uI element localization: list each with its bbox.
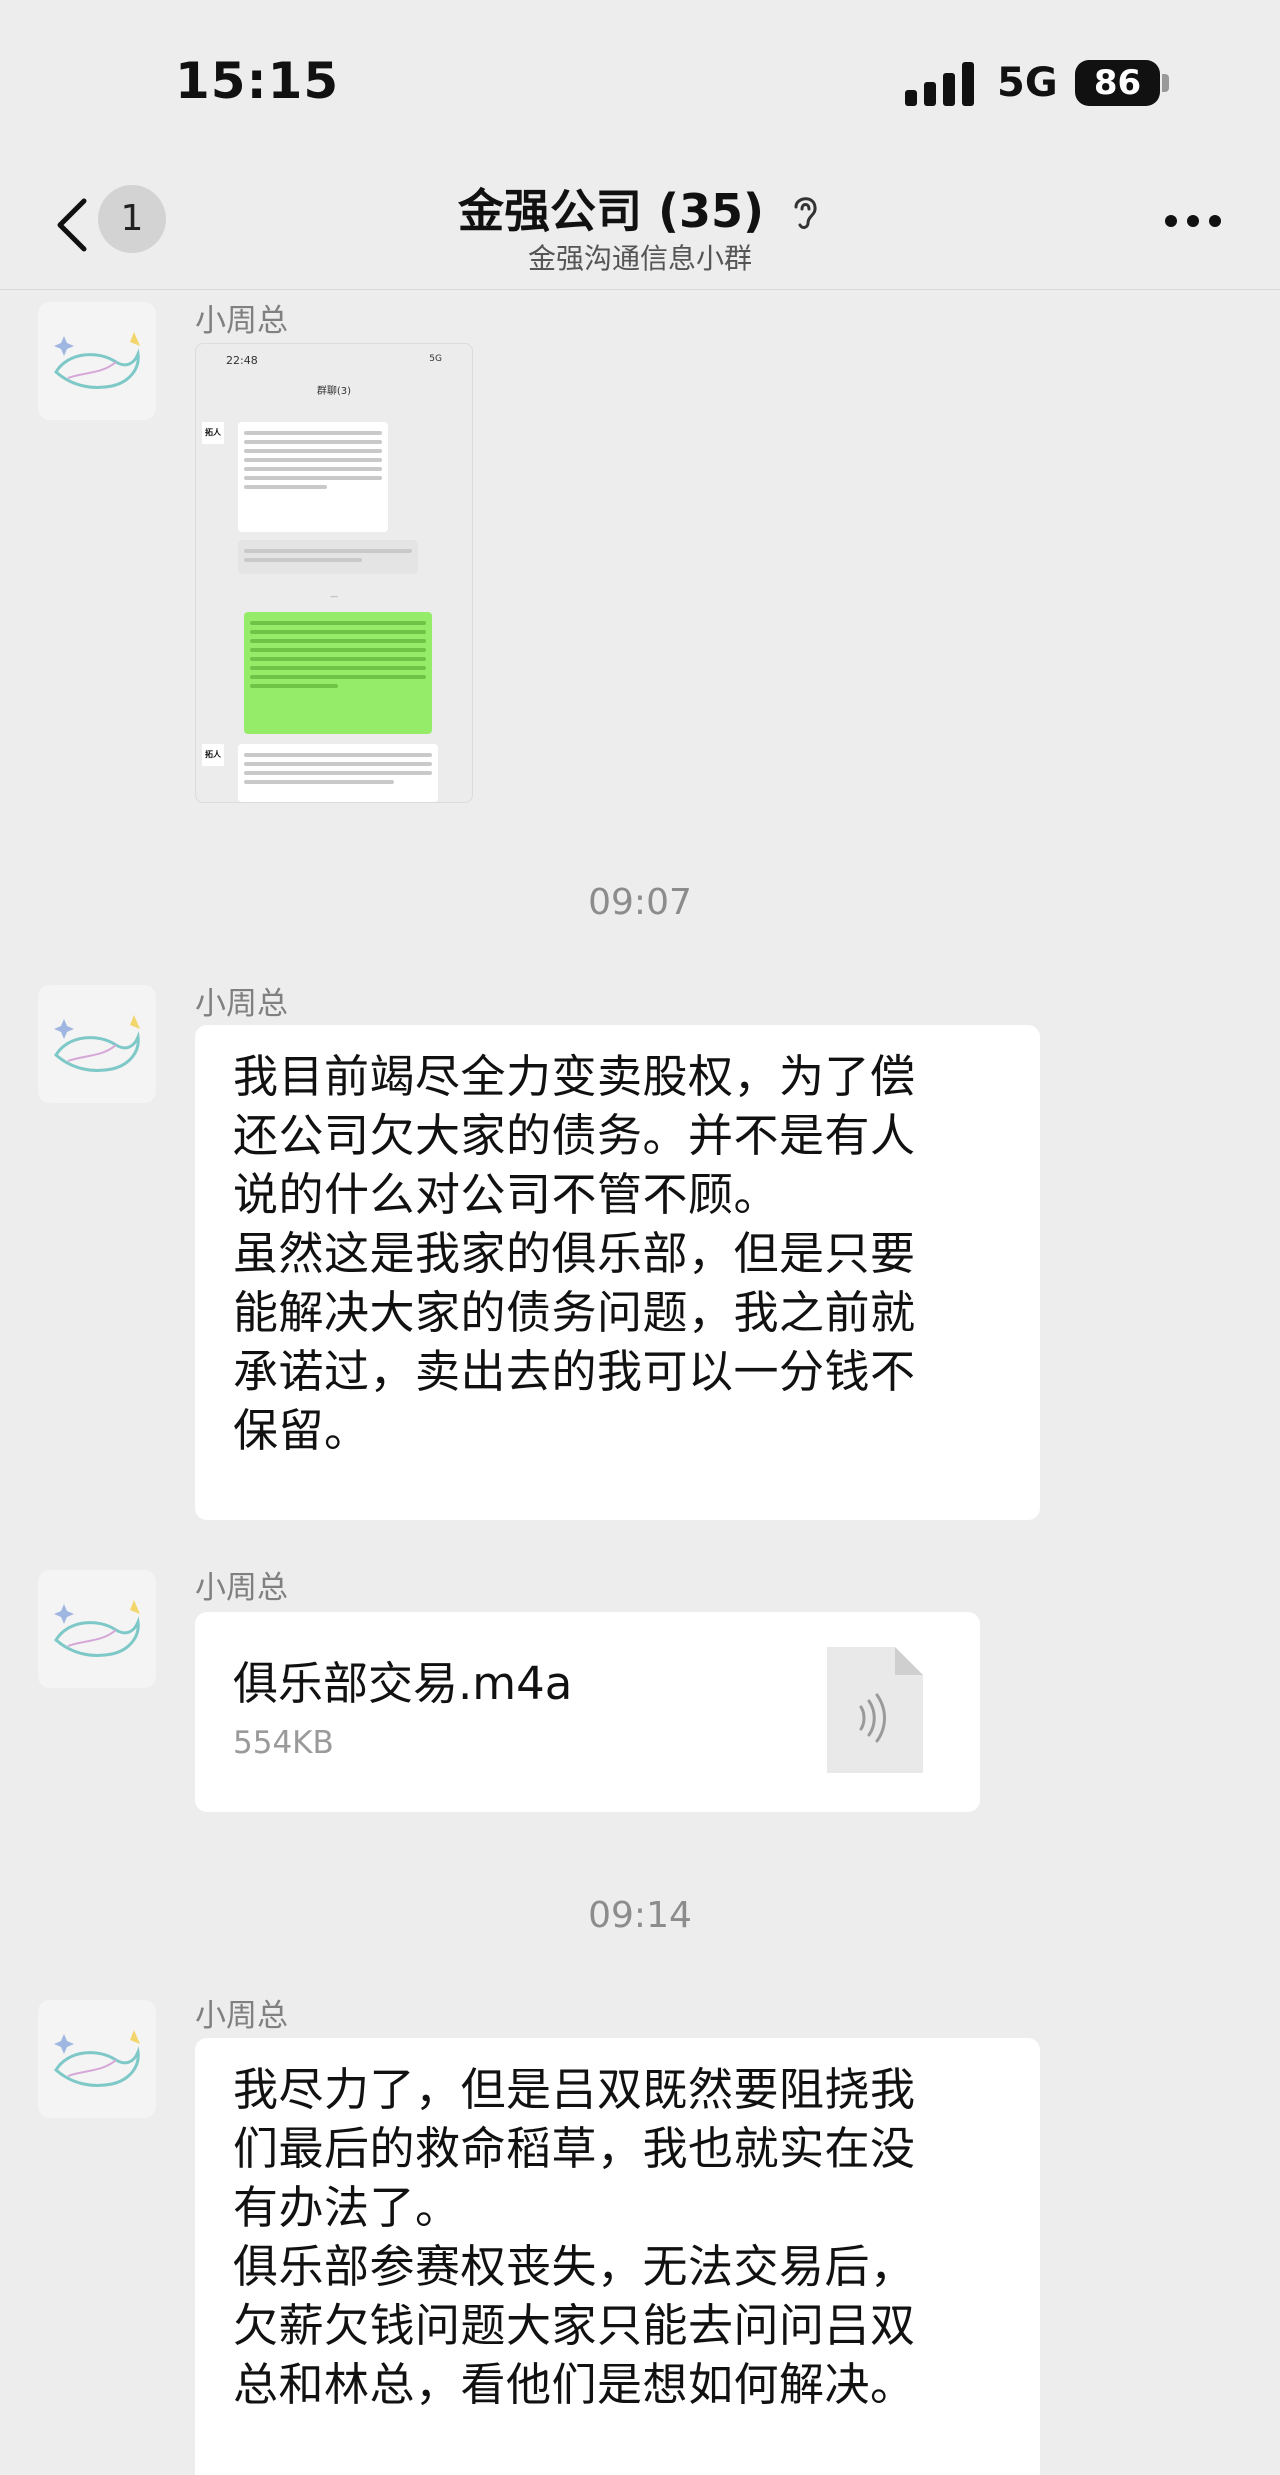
avatar[interactable] — [38, 302, 156, 420]
screenshot-avatar-2: 拓人 — [202, 744, 224, 766]
timestamp: 09:14 — [588, 1895, 692, 1936]
message-line: 保留。 — [233, 1404, 370, 1457]
message-line: 承诺过，卖出去的我可以一分钱不 — [233, 1345, 916, 1398]
avatar[interactable] — [38, 985, 156, 1103]
audio-file-icon — [827, 1647, 923, 1773]
screenshot-divider: — — [330, 592, 338, 601]
more-icon[interactable] — [1165, 215, 1223, 229]
signal-icon — [905, 62, 975, 106]
file-size: 554KB — [233, 1725, 334, 1761]
battery-icon: 86 — [1075, 60, 1160, 106]
message-line: 虽然这是我家的俱乐部，但是只要 — [233, 1227, 916, 1280]
sender-name: 小周总 — [195, 303, 288, 339]
message-line: 有办法了。 — [233, 2181, 461, 2234]
timestamp: 09:07 — [588, 882, 692, 923]
message-line: 欠薪欠钱问题大家只能去问问吕双 — [233, 2299, 916, 2352]
chat-title-text: 金强公司 (35) — [457, 184, 765, 238]
screenshot-avatar: 拓人 — [202, 422, 224, 444]
chat-header: 1 金强公司 (35) 金强沟通信息小群 — [0, 165, 1280, 290]
chat-title: 金强公司 (35) — [0, 175, 1280, 241]
message-line: 我目前竭尽全力变卖股权，为了偿 — [233, 1050, 916, 1103]
network-type: 5G — [997, 60, 1058, 106]
message-line: 能解决大家的债务问题，我之前就 — [233, 1286, 916, 1339]
battery-cap — [1162, 74, 1169, 92]
message-line: 们最后的救命稻草，我也就实在没 — [233, 2122, 916, 2175]
whale-logo-icon — [54, 2030, 140, 2087]
screenshot-green-bubble — [244, 612, 432, 734]
whale-logo-icon — [54, 332, 140, 389]
screenshot-quote — [238, 540, 418, 574]
message-line: 说的什么对公司不管不顾。 — [233, 1168, 780, 1221]
ear-icon — [794, 197, 817, 229]
text-message[interactable]: 我目前竭尽全力变卖股权，为了偿 还公司欠大家的债务。并不是有人 说的什么对公司不… — [195, 1025, 1040, 1520]
image-message[interactable]: 22:48 5G 群聊(3) 拓人 — 拓人 — [195, 343, 473, 803]
file-message[interactable]: 俱乐部交易.m4a 554KB — [195, 1612, 980, 1812]
chat-subtitle: 金强沟通信息小群 — [527, 242, 752, 275]
screenshot-status: 5G — [429, 354, 442, 364]
sender-name: 小周总 — [195, 1570, 288, 1606]
screenshot-bubble — [238, 422, 388, 532]
status-bar: 15:15 5G 86 — [0, 0, 1280, 165]
text-message[interactable]: 我尽力了，但是吕双既然要阻挠我 们最后的救命稻草，我也就实在没 有办法了。 俱乐… — [195, 2038, 1040, 2475]
screenshot-time: 22:48 — [226, 354, 258, 367]
whale-logo-icon — [54, 1015, 140, 1072]
screenshot-title: 群聊(3) — [316, 386, 352, 397]
sender-name: 小周总 — [195, 986, 288, 1022]
avatar[interactable] — [38, 2000, 156, 2118]
message-line: 总和林总，看他们是想如何解决。 — [233, 2358, 916, 2411]
message-line: 俱乐部参赛权丧失，无法交易后， — [233, 2240, 916, 2293]
whale-logo-icon — [54, 1600, 140, 1657]
status-time: 15:15 — [175, 52, 340, 110]
screenshot-bubble-2 — [238, 744, 438, 802]
avatar[interactable] — [38, 1570, 156, 1688]
file-name: 俱乐部交易.m4a — [233, 1657, 573, 1710]
message-line: 还公司欠大家的债务。并不是有人 — [233, 1109, 916, 1162]
message-line: 我尽力了，但是吕双既然要阻挠我 — [233, 2063, 916, 2116]
sender-name: 小周总 — [195, 1998, 288, 2034]
